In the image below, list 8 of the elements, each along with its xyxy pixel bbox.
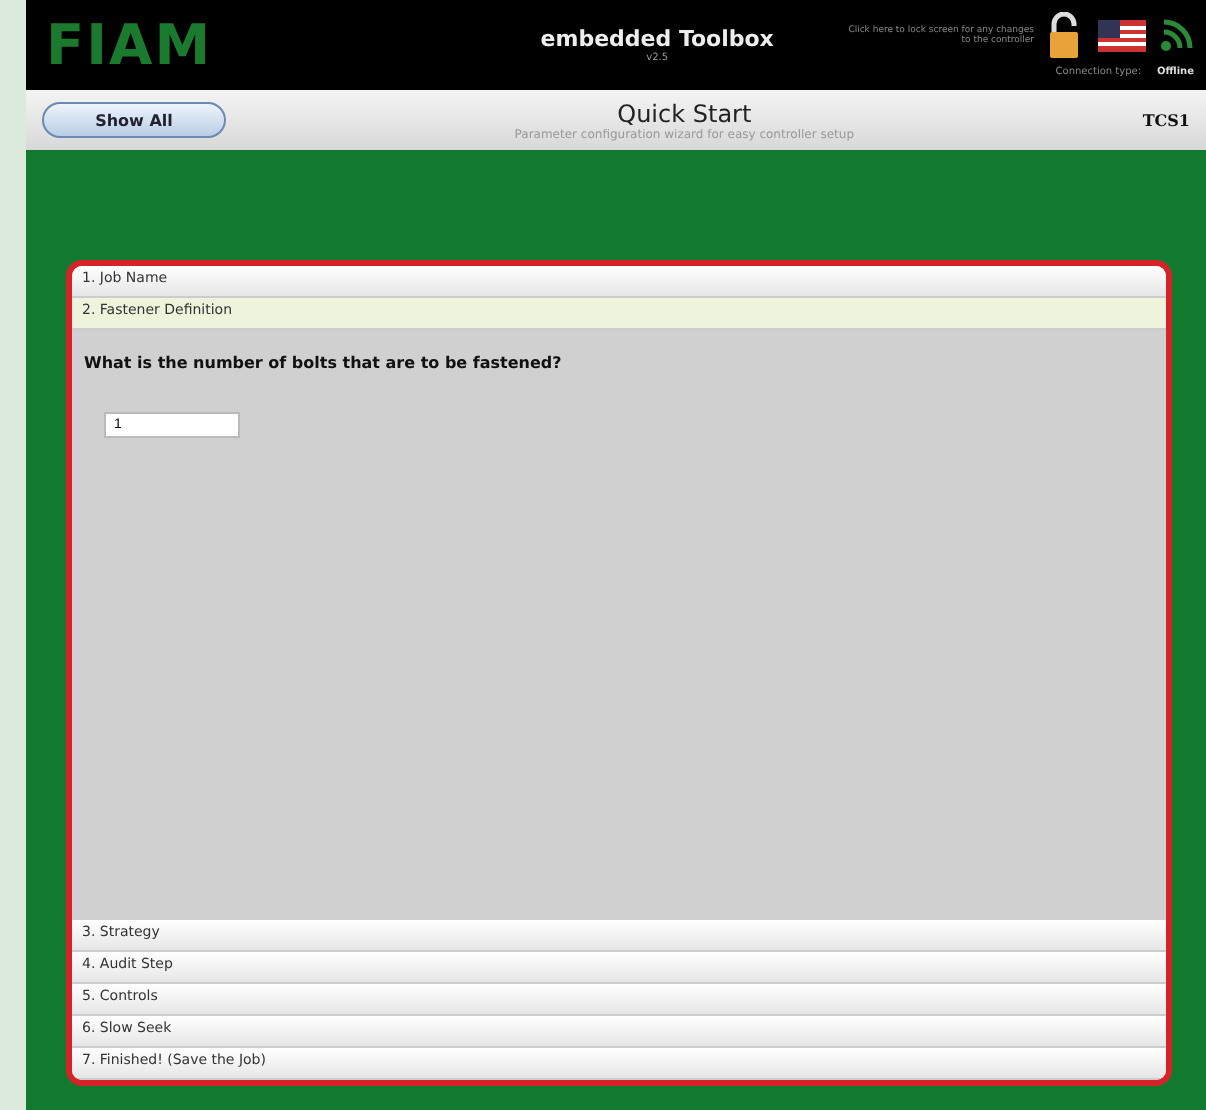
logo: FIAM [46, 12, 215, 78]
app-title: embedded Toolbox [538, 26, 776, 52]
signal-icon[interactable] [1158, 18, 1194, 54]
question-text: What is the number of bolts that are to be fastened? [84, 354, 564, 372]
page-title: Quick Start [615, 99, 754, 127]
flag-icon[interactable] [1098, 20, 1146, 52]
show-all-button[interactable]: Show All [42, 102, 226, 138]
device-label: TCS1 [1142, 110, 1190, 130]
